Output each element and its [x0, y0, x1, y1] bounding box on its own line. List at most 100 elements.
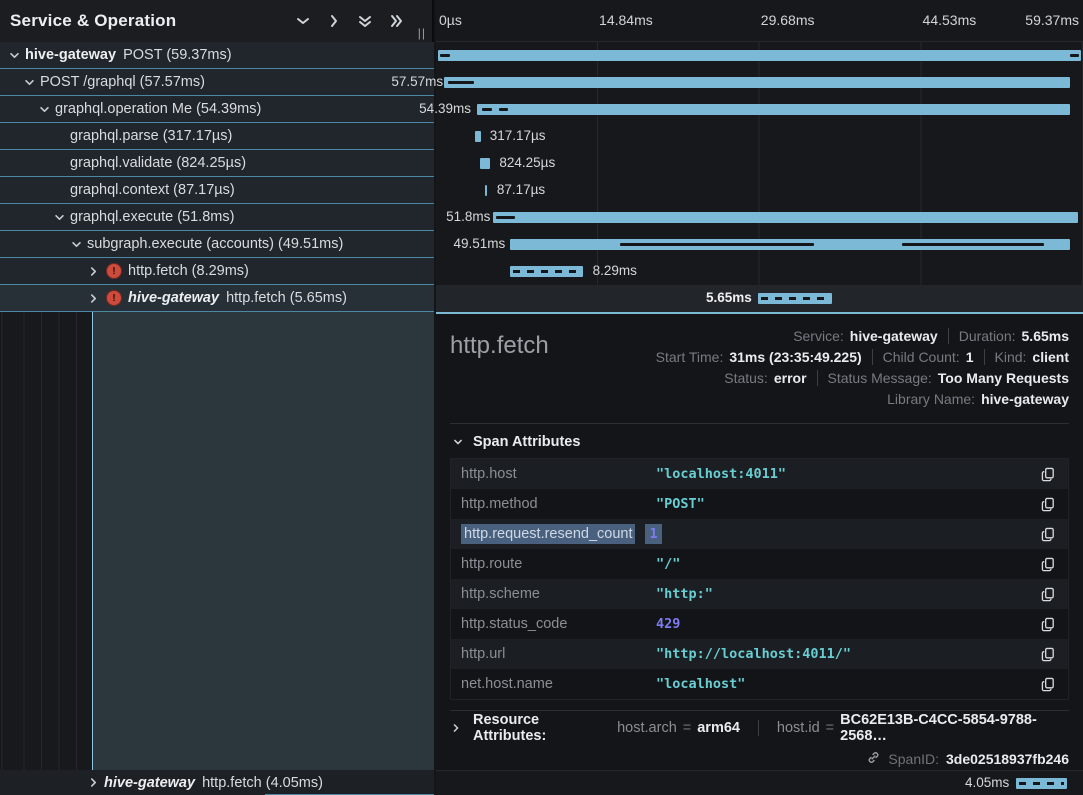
- self-time-mark: [440, 54, 450, 57]
- span-bar[interactable]: [475, 131, 480, 142]
- copy-icon[interactable]: [1041, 617, 1056, 632]
- tree-row-http-fetch-5ms-selected[interactable]: ! hive-gateway http.fetch (5.65ms): [0, 285, 434, 312]
- span-bar[interactable]: [480, 158, 490, 169]
- attribute-row[interactable]: http.url "http://localhost:4011/": [451, 639, 1068, 669]
- span-label: graphql.parse (317.17µs): [70, 128, 232, 144]
- waterfall-row[interactable]: 54.39ms: [436, 96, 1083, 123]
- span-bar[interactable]: [1016, 778, 1068, 789]
- waterfall-row-selected[interactable]: 5.65ms: [436, 285, 1083, 312]
- chevron-right-icon[interactable]: [85, 775, 101, 791]
- span-bar[interactable]: [444, 77, 1070, 88]
- service-name: hive-gateway: [128, 290, 219, 306]
- copy-icon[interactable]: [1041, 527, 1056, 542]
- span-bar[interactable]: [493, 212, 1078, 223]
- meta-label: Duration:: [959, 328, 1016, 344]
- chevron-right-icon[interactable]: [85, 263, 101, 279]
- span-bar[interactable]: [485, 185, 487, 196]
- span-attributes-header[interactable]: Span Attributes: [450, 426, 1069, 458]
- chevron-right-icon[interactable]: [450, 720, 462, 736]
- span-id-value[interactable]: 3de02518937fb246: [946, 751, 1069, 767]
- meta-separator: [758, 720, 759, 736]
- chevron-down-icon[interactable]: [450, 434, 466, 450]
- tree-row-hive-gateway-post[interactable]: hive-gateway POST (59.37ms): [0, 42, 434, 69]
- attribute-value: 429: [656, 616, 680, 632]
- span-label: graphql.operation Me (54.39ms): [55, 101, 261, 117]
- chevron-down-icon[interactable]: [36, 101, 52, 117]
- duration-label: 49.51ms: [453, 236, 505, 251]
- waterfall-row[interactable]: [436, 42, 1083, 69]
- waterfall-row[interactable]: 87.17µs: [436, 177, 1083, 204]
- self-time-dashes: [1019, 782, 1065, 785]
- duration-label: 4.05ms: [965, 775, 1009, 790]
- divider: [450, 423, 1069, 424]
- waterfall-row[interactable]: 57.57ms: [436, 69, 1083, 96]
- duration-label: 8.29ms: [593, 263, 637, 278]
- resource-attributes-row[interactable]: Resource Attributes: host.arch = arm64 h…: [450, 710, 1069, 744]
- chevron-down-icon[interactable]: [6, 47, 22, 63]
- waterfall-row[interactable]: 51.8ms: [436, 204, 1083, 231]
- copy-icon[interactable]: [1041, 677, 1056, 692]
- duration-label: 57.57ms: [391, 74, 443, 89]
- tree-row-graphql-execute[interactable]: graphql.execute (51.8ms): [0, 204, 434, 231]
- attribute-row[interactable]: http.host "localhost:4011": [451, 459, 1068, 489]
- error-status-icon: !: [106, 290, 122, 306]
- copy-icon[interactable]: [1041, 497, 1056, 512]
- tick-label: 59.37ms: [1025, 12, 1079, 28]
- span-title: http.fetch: [450, 328, 549, 407]
- self-time-dashes: [513, 270, 579, 273]
- panel-resize-handle[interactable]: ||: [418, 26, 426, 40]
- expand-all-icon[interactable]: [388, 13, 404, 29]
- chevron-down-icon[interactable]: [21, 74, 37, 90]
- self-time-mark: [902, 243, 1044, 246]
- attribute-row[interactable]: http.scheme "http:": [451, 579, 1068, 609]
- tree-row-http-fetch-4ms[interactable]: hive-gateway http.fetch (4.05ms): [0, 770, 434, 795]
- link-icon[interactable]: [866, 750, 881, 768]
- span-detail-panel: http.fetch Service:hive-gateway Duration…: [436, 312, 1083, 770]
- collapse-one-icon[interactable]: [295, 13, 311, 29]
- span-bar[interactable]: [477, 104, 1070, 115]
- attribute-row-selected[interactable]: http.request.resend_count 1: [451, 519, 1068, 549]
- tree-indent-guides: [0, 312, 92, 770]
- span-bar[interactable]: [438, 50, 1081, 61]
- tree-row-subgraph-execute[interactable]: subgraph.execute (accounts) (49.51ms): [0, 231, 434, 258]
- waterfall-row[interactable]: 49.51ms: [436, 231, 1083, 258]
- tree-row-post-graphql[interactable]: POST /graphql (57.57ms): [0, 69, 434, 96]
- chevron-down-icon[interactable]: [51, 209, 67, 225]
- self-time-mark: [448, 81, 474, 84]
- tree-row-graphql-validate[interactable]: graphql.validate (824.25µs): [0, 150, 434, 177]
- tree-row-graphql-context[interactable]: graphql.context (87.17µs): [0, 177, 434, 204]
- expand-one-icon[interactable]: [326, 13, 342, 29]
- span-attributes-table: http.host "localhost:4011" http.method "…: [450, 458, 1069, 700]
- copy-icon[interactable]: [1041, 587, 1056, 602]
- copy-icon[interactable]: [1041, 557, 1056, 572]
- duration-label: 51.8ms: [446, 209, 490, 224]
- chevron-right-icon[interactable]: [85, 290, 101, 306]
- waterfall-row-bottom[interactable]: 4.05ms: [436, 770, 1083, 795]
- tree-row-http-fetch-8ms[interactable]: ! http.fetch (8.29ms): [0, 258, 434, 285]
- copy-icon[interactable]: [1041, 467, 1056, 482]
- waterfall-row[interactable]: 824.25µs: [436, 150, 1083, 177]
- span-label: http.fetch (4.05ms): [202, 775, 323, 791]
- span-bar[interactable]: [758, 293, 832, 304]
- duration-label: 54.39ms: [419, 101, 471, 116]
- span-bar[interactable]: [510, 266, 582, 277]
- attribute-row[interactable]: http.route "/": [451, 549, 1068, 579]
- chevron-down-icon[interactable]: [68, 236, 84, 252]
- span-label: http.fetch (5.65ms): [226, 290, 347, 306]
- collapse-all-icon[interactable]: [357, 13, 373, 29]
- tree-row-graphql-operation[interactable]: graphql.operation Me (54.39ms): [0, 96, 434, 123]
- attribute-row[interactable]: net.host.name "localhost": [451, 669, 1068, 699]
- attribute-row[interactable]: http.status_code 429: [451, 609, 1068, 639]
- attribute-key: http.route: [461, 556, 656, 572]
- self-time-mark: [620, 243, 814, 246]
- waterfall-row[interactable]: 8.29ms: [436, 258, 1083, 285]
- tick-label: 0µs: [439, 12, 462, 28]
- span-tree: hive-gateway POST (59.37ms) POST /graphq…: [0, 42, 434, 312]
- tree-row-graphql-parse[interactable]: graphql.parse (317.17µs): [0, 123, 434, 150]
- span-id-label: SpanID:: [888, 751, 939, 767]
- waterfall-row[interactable]: 317.17µs: [436, 123, 1083, 150]
- section-title: Span Attributes: [473, 434, 580, 450]
- meta-value: Too Many Requests: [938, 370, 1069, 386]
- attribute-row[interactable]: http.method "POST": [451, 489, 1068, 519]
- copy-icon[interactable]: [1041, 647, 1056, 662]
